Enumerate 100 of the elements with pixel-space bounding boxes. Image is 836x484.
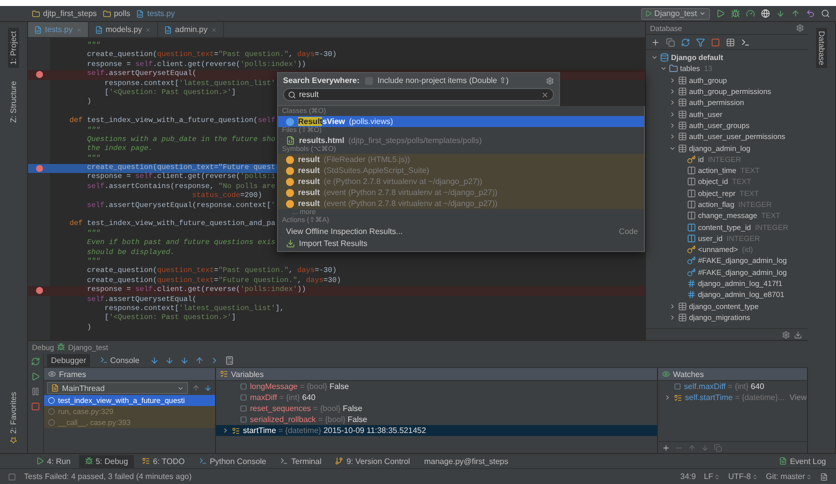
object-icon — [674, 394, 682, 402]
column-icon — [687, 211, 696, 220]
checkbox-label: Include non-project items (Double ⇧) — [378, 76, 509, 85]
debug-icon[interactable] — [731, 9, 740, 18]
search-result[interactable]: results.html (djtp_first_steps/polls/templates/polls) — [278, 135, 644, 146]
search-result[interactable]: result (event (Python 2.7.8 virtualenv at ~/django_p27)) — [278, 187, 644, 198]
search-result[interactable]: result (StdSuites.AppleScript_Suite) — [278, 165, 644, 176]
breakpoint-icon[interactable] — [36, 71, 42, 78]
debug-icon — [84, 457, 93, 465]
up-icon[interactable] — [192, 384, 200, 392]
editor-tab[interactable]: models.py — [88, 22, 158, 37]
refresh-icon[interactable] — [681, 38, 690, 46]
variable-row[interactable]: maxDiff = {int} 640 — [216, 392, 657, 403]
tool-tab[interactable]: 5: Debug — [78, 454, 134, 468]
filter-icon[interactable] — [696, 38, 705, 46]
stop-icon[interactable] — [711, 38, 720, 46]
search-result[interactable]: result (FileReader (HTML5.js)) — [278, 154, 644, 165]
encoding[interactable]: UTF-8 — [728, 472, 758, 481]
breadcrumb[interactable]: tests.py — [136, 9, 175, 18]
copy-icon[interactable] — [666, 38, 675, 46]
close-icon[interactable] — [145, 26, 152, 32]
breakpoint-icon[interactable] — [36, 165, 42, 172]
commit-icon[interactable] — [791, 9, 800, 18]
evaluate-icon[interactable] — [224, 356, 234, 364]
index-icon — [687, 279, 696, 288]
tool-tab[interactable]: Python Console — [192, 454, 272, 468]
variable-row[interactable]: serialized_rollback = {bool} False — [216, 414, 657, 425]
search-result[interactable]: result (e (Python 2.7.8 virtualenv at ~/django_p27)) — [278, 176, 644, 187]
tool-tab[interactable]: 4: Run — [30, 454, 77, 468]
hide-icon[interactable] — [794, 330, 802, 338]
settings-icon[interactable] — [796, 24, 804, 32]
foreign-column-icon — [687, 222, 696, 232]
search-result[interactable]: result (event (Python 2.7.8 virtualenv at ~/django_p27)) — [278, 198, 644, 209]
close-icon[interactable] — [210, 26, 217, 32]
rerun-icon[interactable] — [31, 357, 40, 366]
tool-tab[interactable]: manage.py@first_steps — [418, 454, 514, 468]
table-icon[interactable] — [726, 38, 735, 46]
search-icon — [288, 90, 296, 98]
table-icon — [678, 120, 687, 130]
pause-icon[interactable] — [31, 387, 40, 396]
git-branch[interactable]: Git: master — [766, 472, 812, 481]
debug-icon — [57, 343, 66, 351]
search-field[interactable]: result — [283, 88, 554, 101]
breakpoint-icon[interactable] — [36, 287, 42, 294]
settings-icon[interactable] — [546, 76, 554, 84]
globe-icon[interactable] — [761, 9, 770, 18]
resume-icon[interactable] — [31, 372, 40, 381]
breadcrumb[interactable]: polls — [102, 9, 130, 18]
console-icon — [100, 356, 108, 364]
thread-dropdown[interactable]: MainThread — [47, 382, 188, 394]
tool-window-tab[interactable]: 2: Favorites — [8, 389, 19, 447]
run-config-dropdown[interactable]: Django_test — [641, 8, 710, 20]
variable-row[interactable]: longMessage = {bool} False — [216, 381, 657, 392]
variable-row[interactable]: reset_sequences = {bool} False — [216, 403, 657, 414]
console-icon[interactable] — [741, 38, 750, 46]
caret-icon — [699, 10, 706, 17]
column-icon — [687, 188, 696, 198]
tool-tab[interactable]: 6: TODO — [136, 454, 191, 468]
value-icon — [674, 383, 681, 390]
key-icon — [687, 268, 696, 277]
cursor-position[interactable]: 34:9 — [680, 472, 696, 481]
database-icon — [660, 53, 669, 62]
line-separator[interactable]: LF — [704, 472, 720, 481]
step-over-icon[interactable] — [150, 356, 158, 364]
search-result[interactable]: Import Test Results — [278, 238, 644, 249]
watch-row[interactable]: self.maxDiff = {int} 640 — [658, 381, 807, 392]
search-result[interactable]: View Offline Inspection Results... Code — [278, 225, 644, 238]
variable-row[interactable]: startTime = {datetime} 2015-10-09 11:38:35.521452 — [216, 425, 657, 436]
coverage-icon[interactable] — [746, 9, 755, 18]
down-icon[interactable] — [204, 384, 212, 392]
tool-tab[interactable]: 9: Version Control — [329, 454, 416, 468]
todo-icon — [142, 457, 150, 465]
tool-tab[interactable]: Terminal — [274, 454, 328, 468]
clear-icon[interactable] — [541, 90, 549, 98]
step-out-icon[interactable] — [194, 356, 204, 364]
debugger-tab[interactable]: Console — [96, 354, 144, 366]
add-icon[interactable] — [651, 38, 660, 46]
settings-icon[interactable] — [782, 330, 790, 338]
search-icon[interactable] — [821, 9, 830, 18]
folder-icon — [669, 64, 678, 74]
stop-icon[interactable] — [31, 402, 40, 411]
watch-row[interactable]: self.startTime = {datetime}... View — [658, 392, 807, 403]
tool-window-tab[interactable]: 1: Project — [8, 28, 19, 68]
editor-tab[interactable]: admin.py — [158, 22, 224, 37]
step-into-icon[interactable] — [164, 356, 174, 364]
breadcrumb[interactable]: djtp_first_steps — [32, 9, 97, 18]
tool-window-tab[interactable]: Database — [816, 28, 827, 68]
python-file-icon — [34, 26, 42, 34]
run-icon — [36, 457, 44, 465]
run-icon[interactable] — [716, 9, 725, 18]
import-icon — [286, 239, 295, 248]
event-log-tab[interactable]: Event Log — [772, 454, 832, 468]
add-icon[interactable] — [662, 444, 670, 452]
debugger-tab[interactable]: Debugger — [47, 354, 90, 366]
column-icon — [687, 200, 696, 209]
update-icon[interactable] — [776, 9, 785, 18]
table-icon — [678, 312, 687, 322]
step-into-my-code-icon[interactable] — [180, 356, 188, 364]
undo-icon[interactable] — [806, 9, 815, 18]
tool-window-tab[interactable]: Z: Structure — [8, 78, 19, 126]
